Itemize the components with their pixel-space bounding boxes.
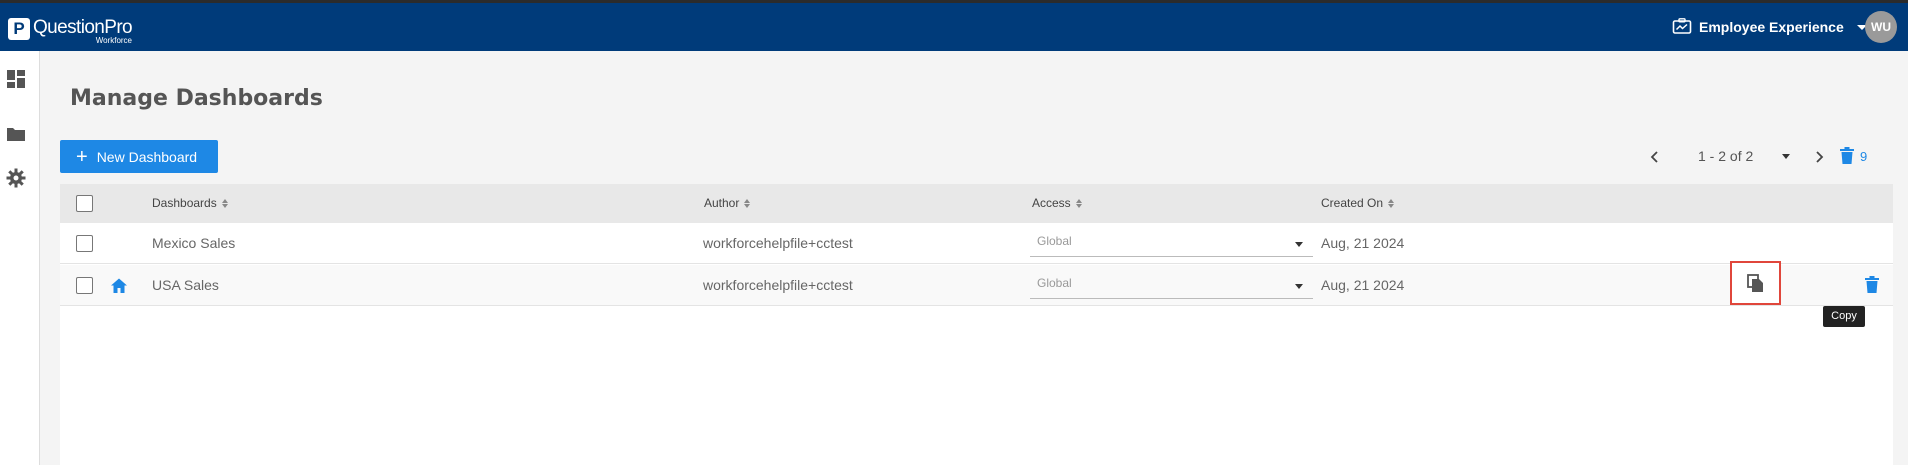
- sort-icon: [1388, 198, 1395, 208]
- page-range[interactable]: 1 - 2 of 2: [1698, 148, 1753, 164]
- folder-icon[interactable]: [5, 123, 27, 145]
- created-on: Aug, 21 2024: [1321, 277, 1405, 293]
- created-on: Aug, 21 2024: [1321, 235, 1405, 251]
- product-label: Employee Experience: [1699, 19, 1844, 35]
- gear-icon[interactable]: [5, 167, 27, 189]
- app-logo[interactable]: P QuestionPro Workforce: [8, 17, 133, 45]
- column-header-access[interactable]: Access: [1032, 196, 1082, 210]
- sort-icon: [1075, 198, 1082, 208]
- logo-name: QuestionPro: [33, 17, 133, 38]
- trash-link[interactable]: 9: [1840, 147, 1867, 165]
- dashboard-author: workforcehelpfile+cctest: [703, 235, 853, 251]
- table-row: USA Sales workforcehelpfile+cctest Globa…: [60, 265, 1893, 306]
- dashboard-author: workforcehelpfile+cctest: [703, 277, 853, 293]
- product-icon: [1672, 18, 1692, 34]
- copy-icon: [1747, 274, 1763, 292]
- plus-icon: +: [76, 145, 88, 168]
- access-select[interactable]: Global: [1030, 271, 1313, 299]
- page-title: Manage Dashboards: [70, 86, 323, 111]
- user-avatar[interactable]: WU: [1865, 11, 1897, 43]
- product-switcher[interactable]: Employee Experience: [1672, 16, 1867, 38]
- chevron-left-icon[interactable]: [1648, 150, 1662, 164]
- row-checkbox[interactable]: [76, 235, 93, 252]
- trash-icon[interactable]: [1862, 275, 1882, 295]
- sort-icon: [221, 198, 228, 208]
- access-select[interactable]: Global: [1030, 229, 1313, 257]
- copy-button[interactable]: [1730, 261, 1781, 305]
- access-value: Global: [1037, 234, 1072, 248]
- dashboard-name[interactable]: Mexico Sales: [152, 235, 235, 251]
- access-value: Global: [1037, 276, 1072, 290]
- page-size-dropdown-icon[interactable]: [1782, 154, 1790, 159]
- table-row: Mexico Sales workforcehelpfile+cctest Gl…: [60, 223, 1893, 264]
- row-checkbox[interactable]: [76, 277, 93, 294]
- dashboard-icon[interactable]: [5, 68, 27, 90]
- chevron-down-icon: [1295, 242, 1303, 247]
- column-header-created-on[interactable]: Created On: [1321, 196, 1395, 210]
- new-dashboard-label: New Dashboard: [96, 148, 198, 165]
- top-bar: P QuestionPro Workforce Employee Experie…: [0, 3, 1908, 51]
- trash-icon: [1840, 147, 1854, 164]
- column-header-dashboards[interactable]: Dashboards: [152, 196, 228, 210]
- chevron-down-icon: [1295, 284, 1303, 289]
- trash-count: 9: [1860, 148, 1868, 164]
- column-header-author[interactable]: Author: [704, 196, 751, 210]
- logo-mark: P: [8, 18, 30, 40]
- chevron-right-icon[interactable]: [1812, 150, 1826, 164]
- dashboards-table: Dashboards Author Access Created On Mexi…: [60, 184, 1893, 465]
- copy-tooltip: Copy: [1823, 306, 1865, 327]
- logo-subtitle: Workforce: [95, 36, 133, 45]
- new-dashboard-button[interactable]: + New Dashboard: [60, 140, 218, 173]
- table-header: Dashboards Author Access Created On: [60, 184, 1893, 223]
- home-icon: [111, 278, 127, 293]
- sort-icon: [744, 198, 751, 208]
- dashboard-name[interactable]: USA Sales: [152, 277, 219, 293]
- select-all-checkbox[interactable]: [76, 195, 93, 212]
- sidebar: [0, 51, 40, 465]
